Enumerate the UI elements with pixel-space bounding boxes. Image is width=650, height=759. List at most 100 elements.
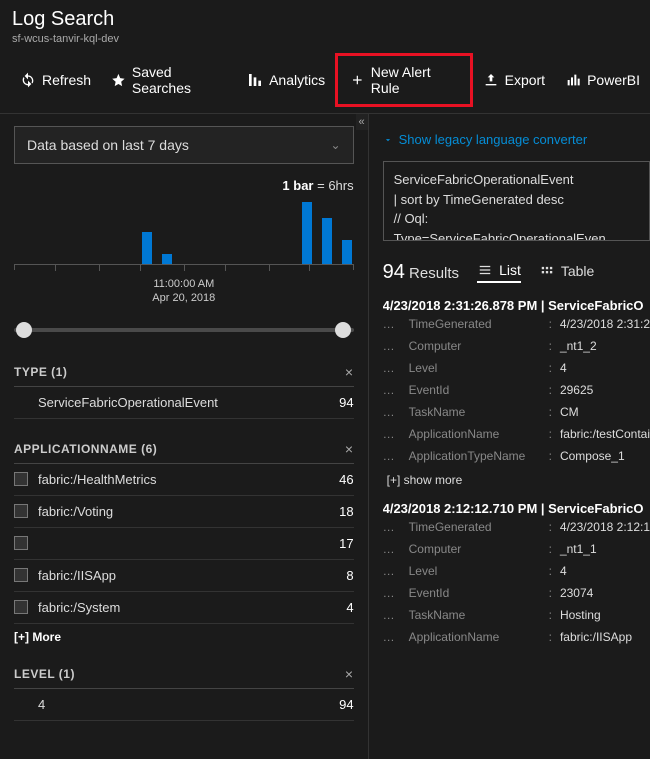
new-alert-rule-label: New Alert Rule — [371, 64, 456, 96]
field-key[interactable]: TimeGenerated — [409, 317, 541, 331]
new-alert-rule-button[interactable]: New Alert Rule — [342, 58, 464, 102]
facet-row[interactable]: fabric:/System4 — [14, 592, 354, 624]
field-key[interactable]: Computer — [409, 542, 541, 556]
ellipsis-icon[interactable]: … — [383, 630, 401, 644]
facet-title: TYPE (1) — [14, 365, 67, 379]
facet-checkbox[interactable] — [14, 536, 28, 550]
facet-row[interactable]: 17 — [14, 528, 354, 560]
field-value[interactable]: 4 — [560, 361, 567, 375]
facet-row[interactable]: fabric:/HealthMetrics46 — [14, 464, 354, 496]
field-sep: : — [549, 630, 552, 644]
field-key[interactable]: Level — [409, 564, 541, 578]
ellipsis-icon[interactable]: … — [383, 586, 401, 600]
ellipsis-icon[interactable]: … — [383, 520, 401, 534]
ellipsis-icon[interactable]: … — [383, 449, 401, 463]
field-value[interactable]: fabric:/testContai — [560, 427, 650, 441]
ellipsis-icon[interactable]: … — [383, 339, 401, 353]
field-key[interactable]: TaskName — [409, 405, 541, 419]
field-key[interactable]: Computer — [409, 339, 541, 353]
time-slider[interactable] — [14, 318, 354, 342]
field-value[interactable]: _nt1_1 — [560, 542, 597, 556]
facet-count: 46 — [331, 472, 353, 487]
query-editor[interactable]: ServiceFabricOperationalEvent | sort by … — [383, 161, 650, 241]
facet-label: fabric:/IISApp — [38, 568, 338, 583]
field-value[interactable]: 4/23/2018 2:12:1 — [560, 520, 650, 534]
ellipsis-icon[interactable]: … — [383, 317, 401, 331]
view-list-button[interactable]: List — [477, 262, 521, 283]
refresh-button[interactable]: Refresh — [10, 66, 101, 94]
field-key[interactable]: ApplicationName — [409, 630, 541, 644]
ellipsis-icon[interactable]: … — [383, 564, 401, 578]
show-legacy-converter-link[interactable]: Show legacy language converter — [383, 132, 650, 147]
query-line: ServiceFabricOperationalEvent — [394, 170, 639, 190]
ellipsis-icon[interactable]: … — [383, 608, 401, 622]
export-button[interactable]: Export — [473, 66, 555, 94]
ellipsis-icon[interactable]: … — [383, 361, 401, 375]
ellipsis-icon[interactable]: … — [383, 542, 401, 556]
field-key[interactable]: ApplicationTypeName — [409, 449, 541, 463]
field-sep: : — [549, 427, 552, 441]
facet-row[interactable]: fabric:/Voting18 — [14, 496, 354, 528]
show-more-link[interactable]: [+] show more — [383, 473, 650, 487]
powerbi-button[interactable]: PowerBI — [555, 66, 650, 94]
facet-checkbox[interactable] — [14, 504, 28, 518]
facet-row[interactable]: 494 — [14, 689, 354, 721]
slider-handle-start[interactable] — [16, 322, 32, 338]
result-entry: 4/23/2018 2:12:12.710 PM | ServiceFabric… — [383, 501, 650, 648]
histogram-chart[interactable] — [14, 195, 354, 265]
field-sep: : — [549, 405, 552, 419]
field-value[interactable]: 23074 — [560, 586, 593, 600]
facet-count: 4 — [338, 600, 353, 615]
time-range-label: Data based on last 7 days — [27, 137, 189, 153]
result-field-row: …TimeGenerated:4/23/2018 2:31:2 — [383, 313, 650, 335]
analytics-label: Analytics — [269, 72, 325, 88]
ellipsis-icon[interactable]: … — [383, 383, 401, 397]
result-field-row: …EventId:23074 — [383, 582, 650, 604]
facet-title: LEVEL (1) — [14, 667, 75, 681]
field-value[interactable]: 4/23/2018 2:31:2 — [560, 317, 650, 331]
view-table-button[interactable]: Table — [539, 263, 594, 282]
time-range-selector[interactable]: Data based on last 7 days ⌄ — [14, 126, 354, 164]
field-value[interactable]: 4 — [560, 564, 567, 578]
field-value[interactable]: CM — [560, 405, 579, 419]
field-key[interactable]: TaskName — [409, 608, 541, 622]
facet-row[interactable]: ServiceFabricOperationalEvent94 — [14, 387, 354, 419]
field-value[interactable]: fabric:/IISApp — [560, 630, 632, 644]
result-title[interactable]: 4/23/2018 2:12:12.710 PM | ServiceFabric… — [383, 501, 650, 516]
results-count: 94 Results — [383, 261, 459, 284]
query-line: | sort by TimeGenerated desc — [394, 190, 639, 210]
slider-handle-end[interactable] — [335, 322, 351, 338]
result-title[interactable]: 4/23/2018 2:31:26.878 PM | ServiceFabric… — [383, 298, 650, 313]
close-icon[interactable]: × — [345, 666, 354, 682]
more-link[interactable]: [+] More — [14, 630, 354, 644]
facet-count: 18 — [331, 504, 353, 519]
close-icon[interactable]: × — [345, 441, 354, 457]
result-field-row: …Level:4 — [383, 560, 650, 582]
field-key[interactable]: EventId — [409, 586, 541, 600]
collapse-left-pane[interactable]: « — [356, 114, 368, 130]
facet-checkbox[interactable] — [14, 568, 28, 582]
facet-checkbox[interactable] — [14, 600, 28, 614]
field-value[interactable]: Hosting — [560, 608, 601, 622]
field-value[interactable]: 29625 — [560, 383, 593, 397]
ellipsis-icon[interactable]: … — [383, 405, 401, 419]
field-key[interactable]: EventId — [409, 383, 541, 397]
saved-searches-button[interactable]: Saved Searches — [101, 58, 237, 102]
analytics-button[interactable]: Analytics — [237, 66, 335, 94]
result-field-row: …TaskName:Hosting — [383, 604, 650, 626]
field-sep: : — [549, 361, 552, 375]
facet-checkbox[interactable] — [14, 472, 28, 486]
facet-count: 17 — [331, 536, 353, 551]
close-icon[interactable]: × — [345, 364, 354, 380]
facet-row[interactable]: fabric:/IISApp8 — [14, 560, 354, 592]
ellipsis-icon[interactable]: … — [383, 427, 401, 441]
field-key[interactable]: TimeGenerated — [409, 520, 541, 534]
field-key[interactable]: Level — [409, 361, 541, 375]
field-value[interactable]: Compose_1 — [560, 449, 625, 463]
saved-searches-label: Saved Searches — [132, 64, 227, 96]
field-key[interactable]: ApplicationName — [409, 427, 541, 441]
field-value[interactable]: _nt1_2 — [560, 339, 597, 353]
toolbar: Refresh Saved Searches Analytics New Ale… — [0, 49, 650, 114]
facet-count: 94 — [331, 395, 353, 410]
chart-x-label: 11:00:00 AM Apr 20, 2018 — [14, 277, 354, 306]
